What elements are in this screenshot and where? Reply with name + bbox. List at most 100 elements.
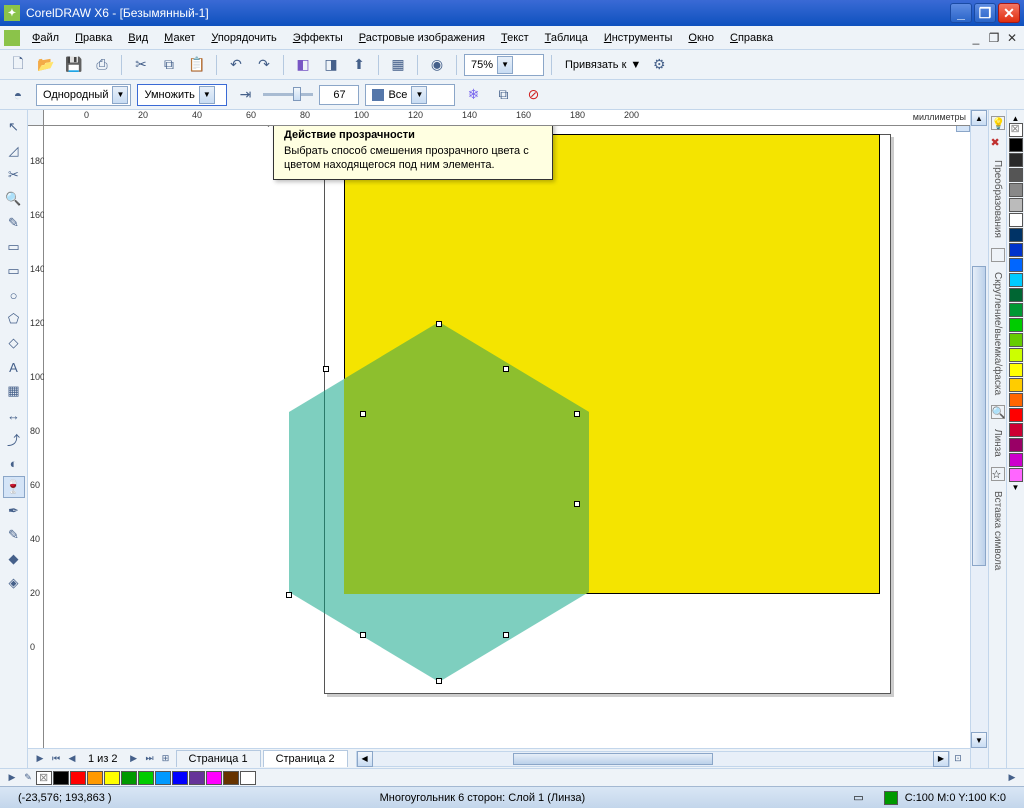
slider-thumb[interactable] [293,87,301,101]
menu-layout[interactable]: Макет [156,28,203,48]
blend-mode-combo[interactable]: Умножить ▼ [137,84,227,106]
vertical-scrollbar[interactable]: ▲ ▼ [970,110,988,768]
color-swatch[interactable] [1009,213,1023,227]
color-swatch[interactable] [155,771,171,785]
lens-icon[interactable]: 🔍 [991,405,1005,419]
menu-help[interactable]: Справка [722,28,781,48]
freeze-button[interactable]: ❄ [461,83,485,107]
welcome-button[interactable]: ◉ [425,53,449,77]
snap-combo[interactable]: Привязать к ▼ [559,54,643,76]
last-page-button[interactable]: ⏭ [142,751,158,767]
mdi-restore[interactable]: ❐ [986,31,1002,45]
copy-transparency-button[interactable]: ⧉ [491,83,515,107]
scroll-down-button[interactable]: ▼ [971,732,987,748]
star-icon[interactable]: ☆ [991,467,1005,481]
page-tab-1[interactable]: Страница 1 [176,750,261,767]
connector-tool[interactable]: ⤴ [3,428,25,450]
docker-symbol[interactable]: Вставка символа [990,485,1005,576]
eyedropper-icon[interactable]: ✎ [20,770,36,786]
color-swatch[interactable] [1009,273,1023,287]
rectangle-tool[interactable]: ▭ [3,260,25,282]
open-button[interactable]: 📂 [34,53,58,77]
scroll-left-button[interactable]: ◀ [357,751,373,767]
publish-button[interactable]: ⬆ [347,53,371,77]
color-swatch[interactable] [1009,288,1023,302]
table-tool[interactable]: ▦ [3,380,25,402]
color-swatch[interactable] [1009,168,1023,182]
no-fill-swatch[interactable]: ⊠ [1009,123,1023,137]
color-swatch[interactable] [1009,453,1023,467]
mdi-close[interactable]: ✕ [1004,31,1020,45]
color-swatch[interactable] [1009,258,1023,272]
horizontal-ruler[interactable]: 0 20 40 60 80 100 120 140 160 180 200 ми… [44,110,970,126]
paste-button[interactable]: 📋 [185,53,209,77]
opacity-slider[interactable] [263,93,313,96]
sel-handle-bl[interactable] [360,632,366,638]
clear-transparency-button[interactable]: ⊘ [521,83,545,107]
sel-handle-ml2[interactable] [286,592,292,598]
transparency-type-combo[interactable]: Однородный ▼ [36,84,131,106]
color-swatch[interactable] [1009,363,1023,377]
menu-text[interactable]: Текст [493,28,537,48]
palette-menu-button[interactable]: ▶ [4,770,20,786]
color-swatch[interactable] [1009,303,1023,317]
eyedropper-tool[interactable]: ✒ [3,500,25,522]
color-swatch[interactable] [240,771,256,785]
fillet-icon[interactable] [991,248,1005,262]
palette-down-button[interactable]: ▼ [1012,483,1020,492]
prev-page-button[interactable]: ◀ [64,751,80,767]
maximize-button[interactable]: ❐ [974,3,996,23]
menu-window[interactable]: Окно [680,28,722,48]
chevron-down-icon[interactable]: ▼ [112,86,128,104]
color-swatch[interactable] [138,771,154,785]
copy-button[interactable]: ⧉ [157,53,181,77]
redo-button[interactable]: ↷ [252,53,276,77]
chevron-down-icon[interactable]: ▼ [199,86,215,104]
hexagon-shape[interactable] [289,322,589,682]
color-swatch[interactable] [53,771,69,785]
color-swatch[interactable] [1009,333,1023,347]
color-swatch[interactable] [1009,408,1023,422]
color-swatch[interactable] [1009,423,1023,437]
color-swatch[interactable] [1009,378,1023,392]
docker-fillet[interactable]: Скругление/выемка/фаска [990,266,1005,401]
edit-transparency-button[interactable]: ◓ [6,83,30,107]
color-swatch[interactable] [121,771,137,785]
close-docker-icon[interactable]: ✖ [991,136,1005,150]
new-button[interactable]: 🗋 [6,53,30,77]
color-swatch[interactable] [87,771,103,785]
first-page-button[interactable]: ⏮ [48,751,64,767]
start-transparency-button[interactable]: ⇥ [233,83,257,107]
undo-button[interactable]: ↶ [224,53,248,77]
canvas[interactable]: Действие прозрачности Выбрать способ сме… [44,126,970,748]
sel-handle-ml[interactable] [360,411,366,417]
opacity-input[interactable] [319,85,359,105]
docker-lens[interactable]: Линза [990,423,1005,463]
app-launcher-button[interactable]: ▦ [386,53,410,77]
crop-tool[interactable]: ✂ [3,164,25,186]
menu-table[interactable]: Таблица [537,28,596,48]
docker-transformations[interactable]: Преобразования [990,154,1005,244]
chevron-down-icon[interactable]: ▼ [411,86,427,104]
sel-handle-bm[interactable] [503,632,509,638]
hints-icon[interactable]: 💡 [991,116,1005,130]
color-swatch[interactable] [206,771,222,785]
fill-tool[interactable]: ◆ [3,548,25,570]
menu-view[interactable]: Вид [120,28,156,48]
sel-handle-br[interactable] [436,678,442,684]
color-swatch[interactable] [1009,468,1023,482]
navigator-button[interactable]: ⊡ [950,751,966,767]
expand-dockers-button[interactable]: « [956,126,970,132]
pick-tool[interactable]: ↖ [3,116,25,138]
color-swatch[interactable] [1009,198,1023,212]
color-swatch[interactable] [1009,228,1023,242]
sel-handle-mr2[interactable] [574,411,580,417]
tablet-icon[interactable]: ▭ [843,791,873,804]
color-swatch[interactable] [1009,243,1023,257]
add-page-button[interactable]: ⊞ [158,751,174,767]
color-swatch[interactable] [104,771,120,785]
transparency-tool[interactable]: 🍷 [3,476,25,498]
text-tool[interactable]: A [3,356,25,378]
export-button[interactable]: ◨ [319,53,343,77]
color-swatch[interactable] [189,771,205,785]
